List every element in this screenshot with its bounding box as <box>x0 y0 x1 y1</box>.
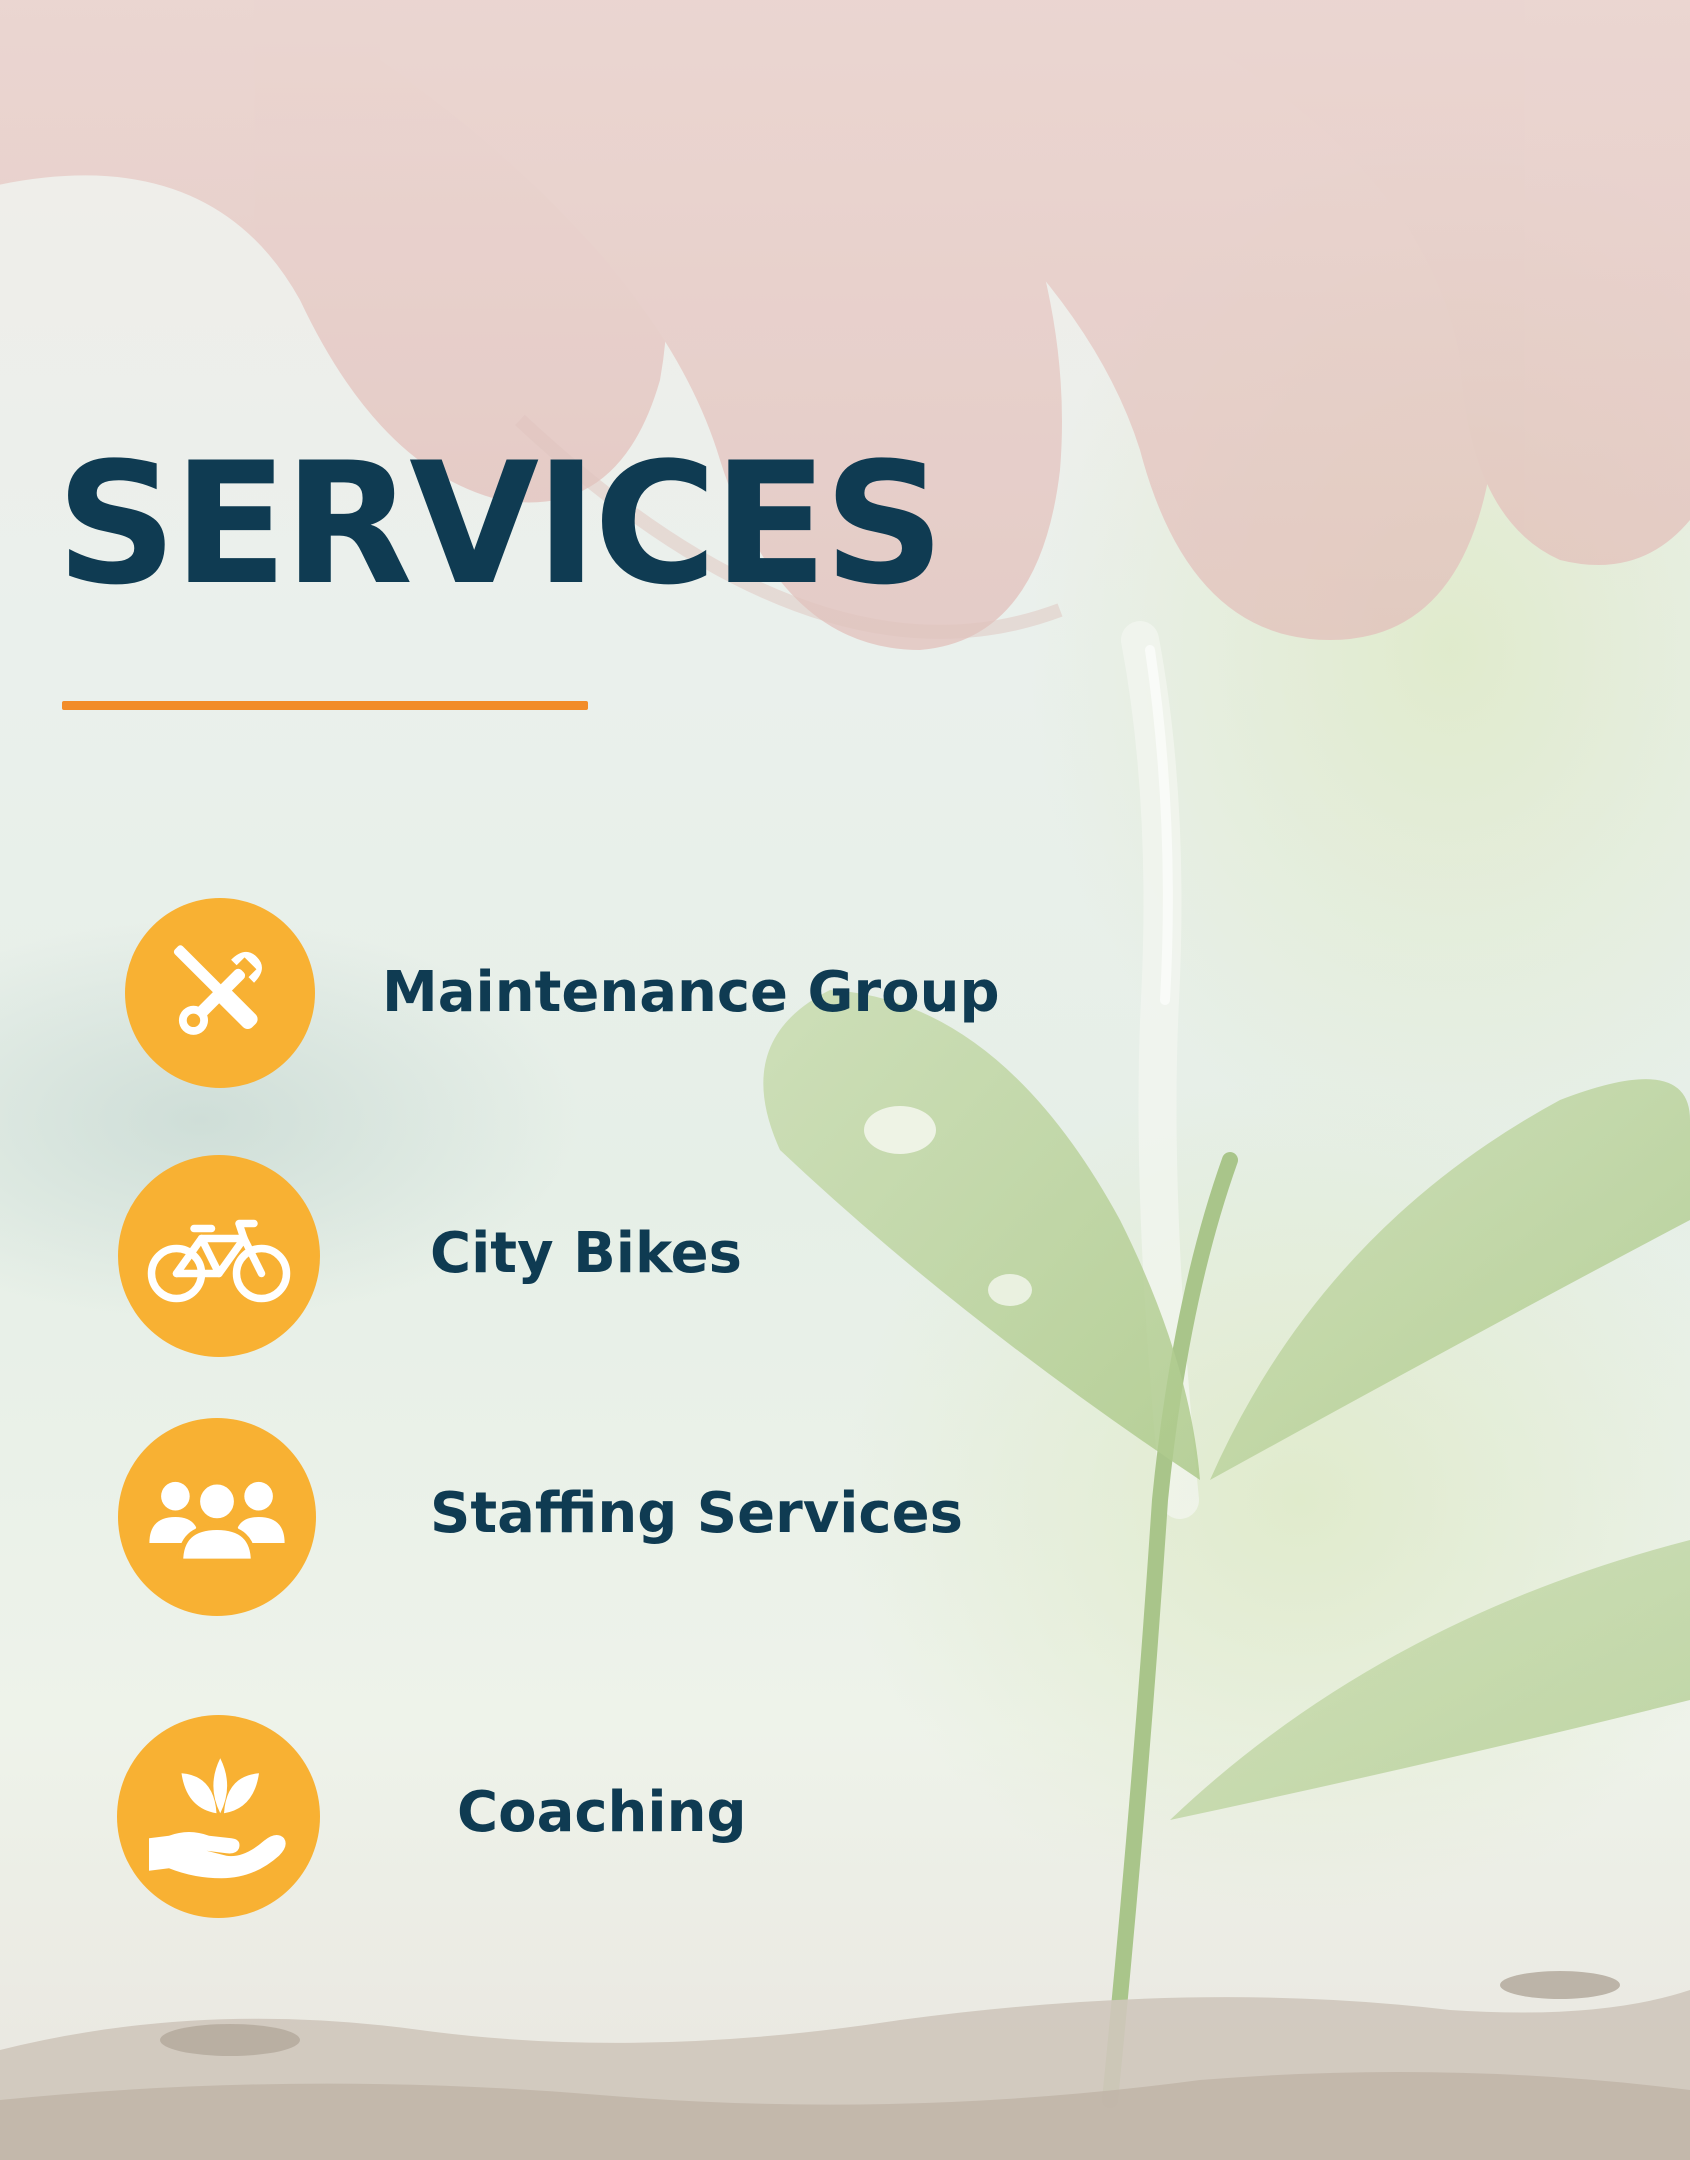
title-underline <box>62 701 588 710</box>
service-icon-badge <box>117 1715 320 1918</box>
bicycle-icon <box>147 1219 291 1303</box>
wrench-screwdriver-icon <box>173 945 262 1035</box>
services-page: SERVICES Maintenance Group City Bikes St… <box>0 0 1690 2160</box>
service-icon-badge <box>118 1155 320 1357</box>
service-label: Coaching <box>457 1780 747 1845</box>
page-title: SERVICES <box>56 426 945 622</box>
people-group-icon <box>149 1479 285 1564</box>
hand-leaves-icon <box>148 1757 286 1878</box>
service-icon-badge <box>118 1418 316 1616</box>
service-label: City Bikes <box>430 1221 742 1286</box>
service-icon-badge <box>125 898 315 1088</box>
service-label: Staffing Services <box>430 1481 963 1546</box>
service-label: Maintenance Group <box>382 960 1000 1025</box>
